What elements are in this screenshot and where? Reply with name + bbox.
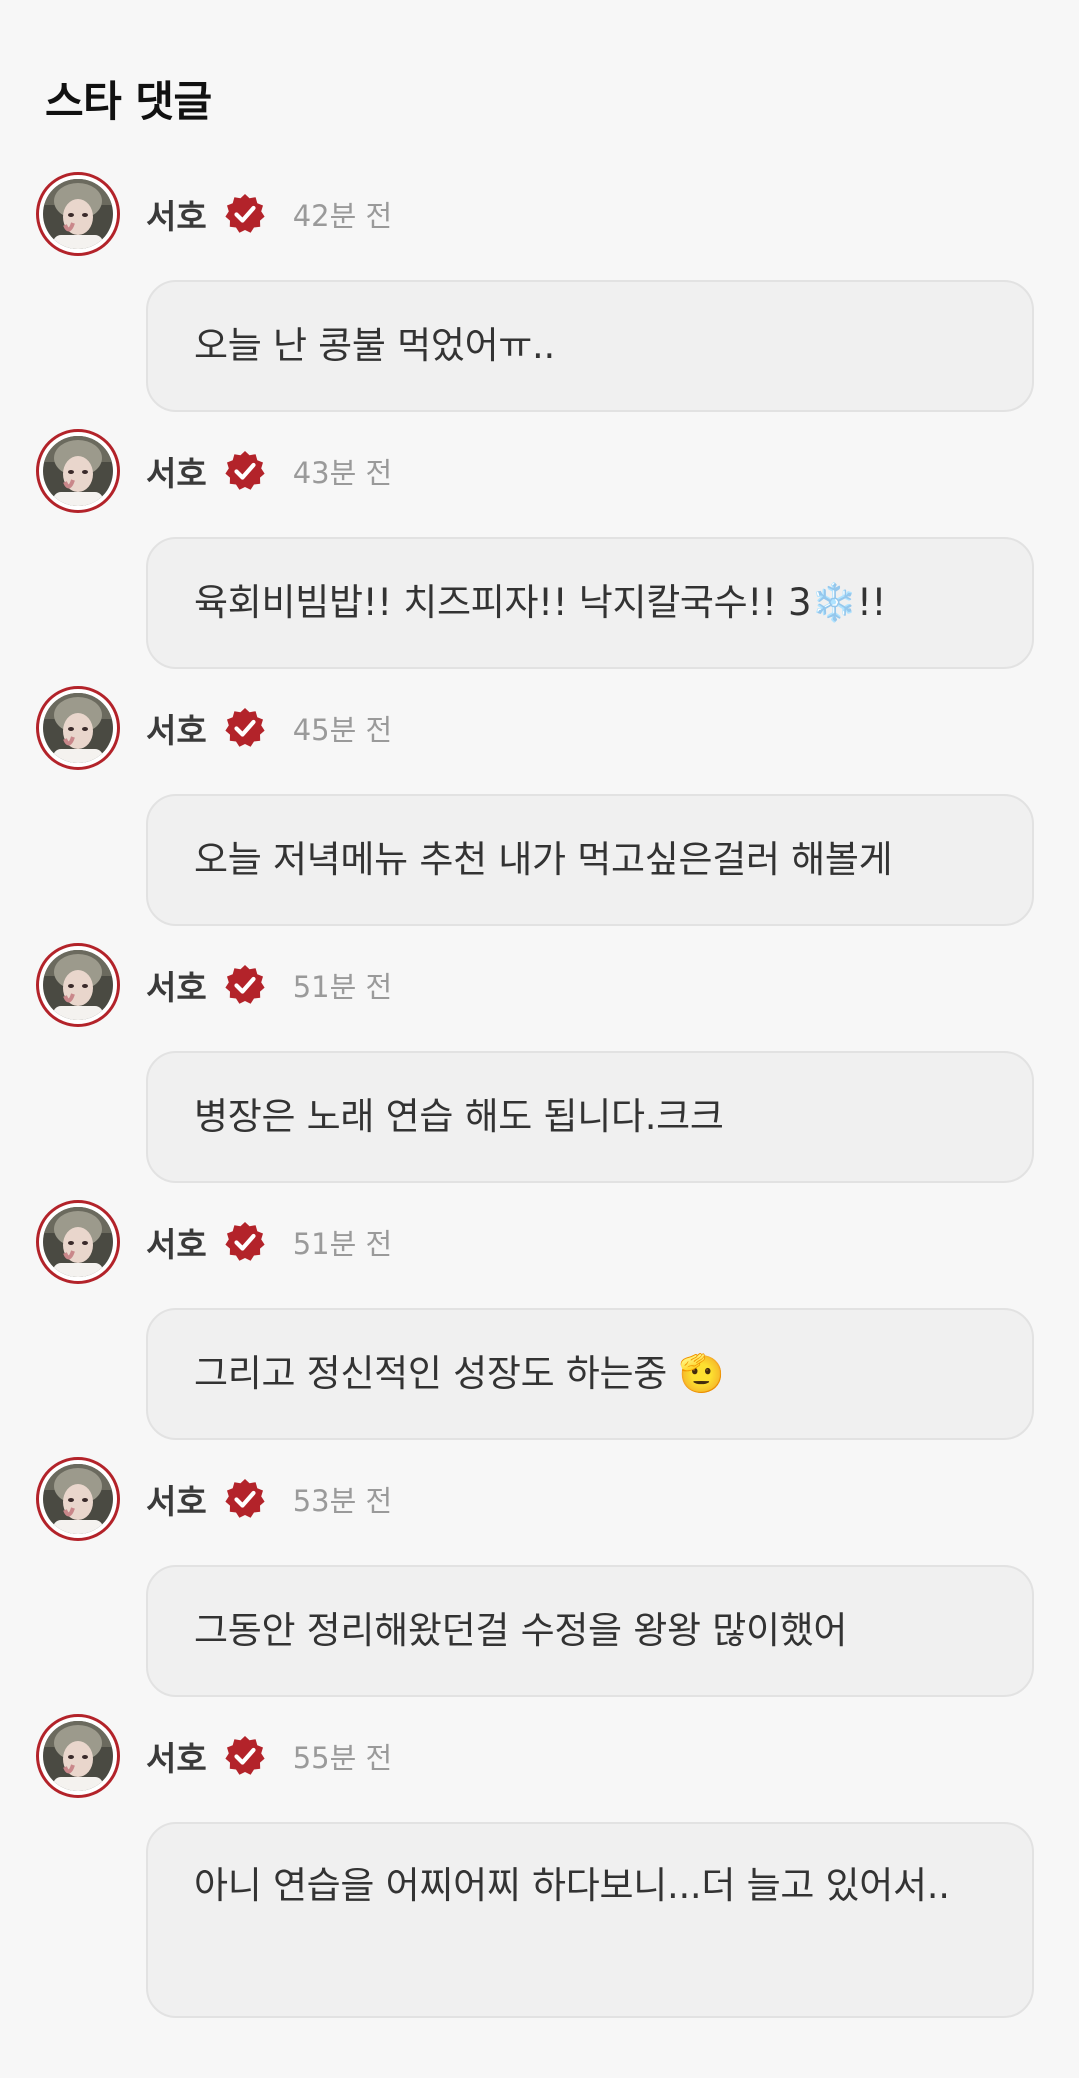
author-name[interactable]: 서호 [146,704,207,752]
verified-badge-icon [223,1220,267,1264]
timestamp: 43분 전 [292,456,393,490]
avatar-image [43,1721,113,1791]
comment-text: 육회비빔밥!! 치즈피자!! 낙지칼국수!! 3❄️!! [194,581,887,624]
author-name[interactable]: 서호 [146,1475,207,1523]
comment-meta: 서호 51분 전 [146,1212,392,1272]
avatar[interactable] [36,1714,120,1798]
comment-meta: 서호 45분 전 [146,698,392,758]
avatar-image [43,950,113,1020]
avatar-image [43,1464,113,1534]
avatar[interactable] [36,1457,120,1541]
author-name[interactable]: 서호 [146,447,207,495]
timestamp: 42분 전 [292,199,393,233]
author-name[interactable]: 서호 [146,1218,207,1266]
comment-text: 오늘 난 콩불 먹었어ㅠ.. [194,324,555,367]
avatar-image [43,179,113,249]
comment-bubble[interactable]: 그리고 정신적인 성장도 하는중 🫡 [146,1308,1034,1440]
timestamp: 55분 전 [292,1741,393,1775]
comment-meta: 서호 42분 전 [146,184,392,244]
comment-meta: 서호 53분 전 [146,1469,392,1529]
verified-badge-icon [223,449,267,493]
timestamp: 45분 전 [292,713,393,747]
comment-meta: 서호 43분 전 [146,441,392,501]
comment-bubble[interactable]: 그동안 정리해왔던걸 수정을 왕왕 많이했어 [146,1565,1034,1697]
comment-meta: 서호 51분 전 [146,955,392,1015]
section-title: 스타 댓글 [45,77,212,126]
timestamp: 53분 전 [292,1484,393,1518]
comment-meta: 서호 55분 전 [146,1726,392,1786]
verified-badge-icon [223,192,267,236]
author-name[interactable]: 서호 [146,190,207,238]
comment-text: 아니 연습을 어찌어찌 하다보니...더 늘고 있어서.. [194,1864,950,1907]
comment-bubble[interactable]: 육회비빔밥!! 치즈피자!! 낙지칼국수!! 3❄️!! [146,537,1034,669]
comment-text: 그리고 정신적인 성장도 하는중 🫡 [194,1352,725,1395]
timestamp: 51분 전 [292,970,393,1004]
avatar-image [43,693,113,763]
author-name[interactable]: 서호 [146,961,207,1009]
comment-bubble[interactable]: 병장은 노래 연습 해도 됩니다.크크 [146,1051,1034,1183]
timestamp: 51분 전 [292,1227,393,1261]
comment-text: 그동안 정리해왔던걸 수정을 왕왕 많이했어 [194,1609,848,1652]
avatar[interactable] [36,686,120,770]
comment-text: 병장은 노래 연습 해도 됩니다.크크 [194,1095,724,1138]
verified-badge-icon [223,1734,267,1778]
verified-badge-icon [223,1477,267,1521]
avatar[interactable] [36,172,120,256]
avatar[interactable] [36,943,120,1027]
avatar[interactable] [36,1200,120,1284]
comment-text: 오늘 저녁메뉴 추천 내가 먹고싶은걸러 해볼게 [194,838,893,881]
author-name[interactable]: 서호 [146,1732,207,1780]
avatar[interactable] [36,429,120,513]
avatar-image [43,1207,113,1277]
comment-bubble[interactable]: 오늘 저녁메뉴 추천 내가 먹고싶은걸러 해볼게 [146,794,1034,926]
verified-badge-icon [223,963,267,1007]
verified-badge-icon [223,706,267,750]
avatar-image [43,436,113,506]
comment-bubble[interactable]: 오늘 난 콩불 먹었어ㅠ.. [146,280,1034,412]
comment-bubble[interactable]: 아니 연습을 어찌어찌 하다보니...더 늘고 있어서.. [146,1822,1034,2018]
